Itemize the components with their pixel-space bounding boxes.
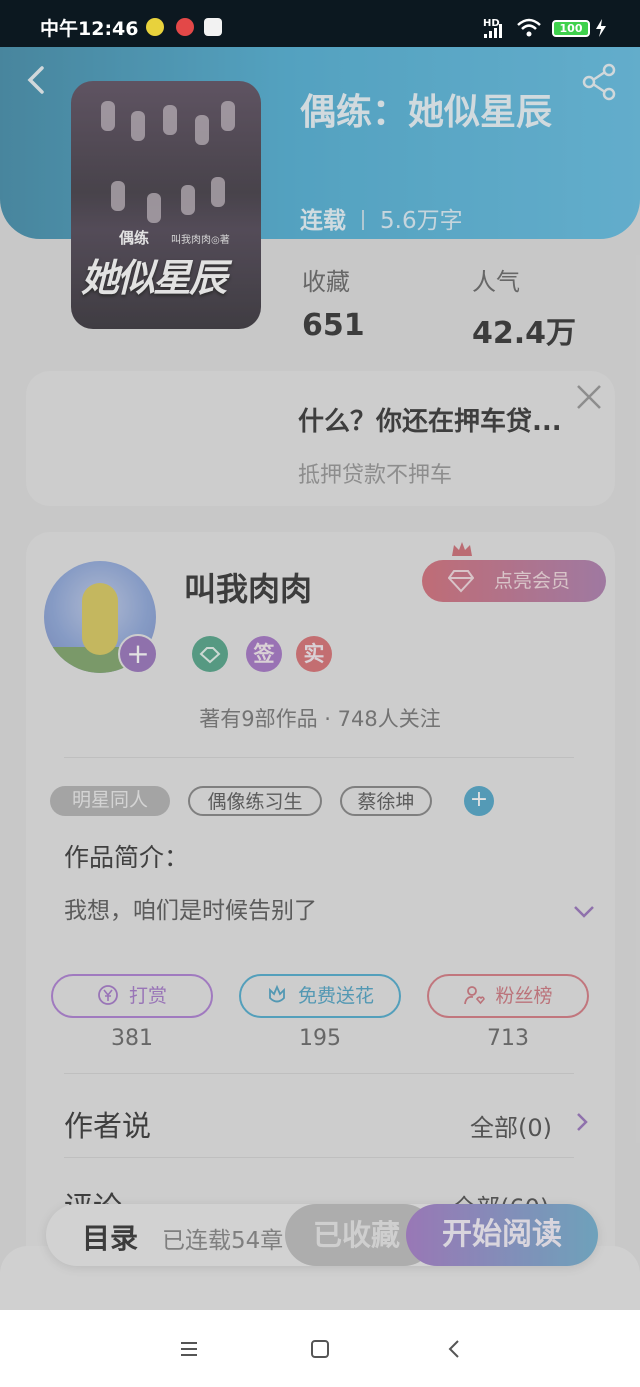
book-meta: 连载 5.6万字 [300, 201, 463, 235]
fan-count: 713 [487, 1026, 529, 1051]
tag-celebrity-fanfic[interactable]: 明星同人 [50, 786, 170, 816]
share-icon[interactable] [580, 62, 618, 102]
status-bar: 中午12:46 HD 100 [0, 0, 640, 47]
book-cover[interactable]: 偶练 叫我肉肉◎著 她似星辰 [71, 81, 261, 329]
send-flower-label: 免费送花 [297, 985, 374, 1007]
toc-button[interactable]: 目录 [82, 1217, 138, 1257]
close-icon[interactable] [574, 382, 604, 412]
system-nav-bar [0, 1310, 640, 1387]
author-works-summary: 著有9部作品 · 748人关注 [199, 707, 441, 731]
divider [64, 1073, 574, 1074]
vip-membership-button[interactable]: 点亮会员 [422, 560, 606, 602]
crown-icon [452, 542, 472, 556]
favorites-value: 651 [302, 308, 365, 343]
status-time: 中午12:46 [40, 18, 139, 40]
ad-subtitle: 抵押贷款不押车 [298, 463, 453, 488]
charging-icon [596, 19, 606, 37]
home-icon[interactable] [309, 1338, 331, 1360]
tag-cai-xukun[interactable]: 蔡徐坤 [340, 786, 432, 816]
nav-back-icon[interactable] [444, 1338, 466, 1360]
certified-author-icon [192, 636, 228, 672]
serial-status: 连载 [300, 208, 346, 234]
yuan-icon [98, 985, 118, 1005]
tag-idol-trainee[interactable]: 偶像练习生 [188, 786, 322, 816]
mi-icon [204, 18, 222, 36]
meta-divider [362, 210, 364, 230]
vip-button-label: 点亮会员 [494, 570, 571, 592]
ad-banner[interactable]: 什么？你还在押车贷... 抵押贷款不押车 [26, 371, 615, 506]
add-tag-button[interactable]: + [464, 786, 494, 816]
start-reading-button[interactable]: 开始阅读 [406, 1204, 598, 1266]
user-heart-icon [464, 986, 486, 1005]
app-notification-icon [146, 18, 164, 36]
cover-stamp: 偶练 [119, 229, 150, 247]
author-name[interactable]: 叫我肉肉 [184, 564, 312, 610]
divider [64, 1157, 574, 1158]
cover-author: 叫我肉肉◎著 [171, 235, 230, 246]
intro-text: 我想，咱们是时候告别了 [64, 898, 317, 924]
wifi-icon [517, 18, 541, 37]
diamond-icon [448, 570, 474, 593]
fan-ranking-button[interactable]: 粉丝榜 [427, 974, 589, 1018]
popularity-label: 人气 [472, 268, 520, 296]
chevron-right-icon[interactable] [575, 1111, 589, 1133]
verified-badge: 实 [296, 636, 332, 672]
word-count: 5.6万字 [380, 208, 463, 234]
follow-author-button[interactable]: + [118, 634, 158, 674]
intro-heading: 作品简介： [64, 843, 190, 872]
menu-icon[interactable] [178, 1338, 200, 1360]
tip-count: 381 [111, 1026, 153, 1051]
chapter-count: 已连载54章 [162, 1228, 284, 1254]
send-flower-button[interactable]: 免费送花 [239, 974, 401, 1018]
favorites-label: 收藏 [302, 268, 350, 296]
tip-label: 打赏 [128, 985, 167, 1007]
book-title: 偶练：她似星辰 [300, 92, 553, 133]
popularity-value: 42.4万 [472, 316, 577, 351]
author-says-all[interactable]: 全部(0) [470, 1108, 552, 1143]
cover-title: 她似星辰 [81, 255, 227, 300]
author-says-label[interactable]: 作者说 [64, 1103, 151, 1145]
back-arrow-icon[interactable] [22, 62, 52, 98]
signal-icon [484, 24, 502, 38]
flower-icon [269, 984, 285, 1003]
flower-count: 195 [299, 1026, 341, 1051]
ad-headline: 什么？你还在押车贷... [298, 407, 562, 437]
signed-badge: 签 [246, 636, 282, 672]
app-notification-icon [176, 18, 194, 36]
divider [64, 757, 574, 758]
fan-ranking-label: 粉丝榜 [495, 985, 553, 1007]
battery-icon: 100 [552, 20, 590, 37]
chevron-down-icon[interactable] [572, 904, 596, 920]
tip-button[interactable]: 打赏 [51, 974, 213, 1018]
